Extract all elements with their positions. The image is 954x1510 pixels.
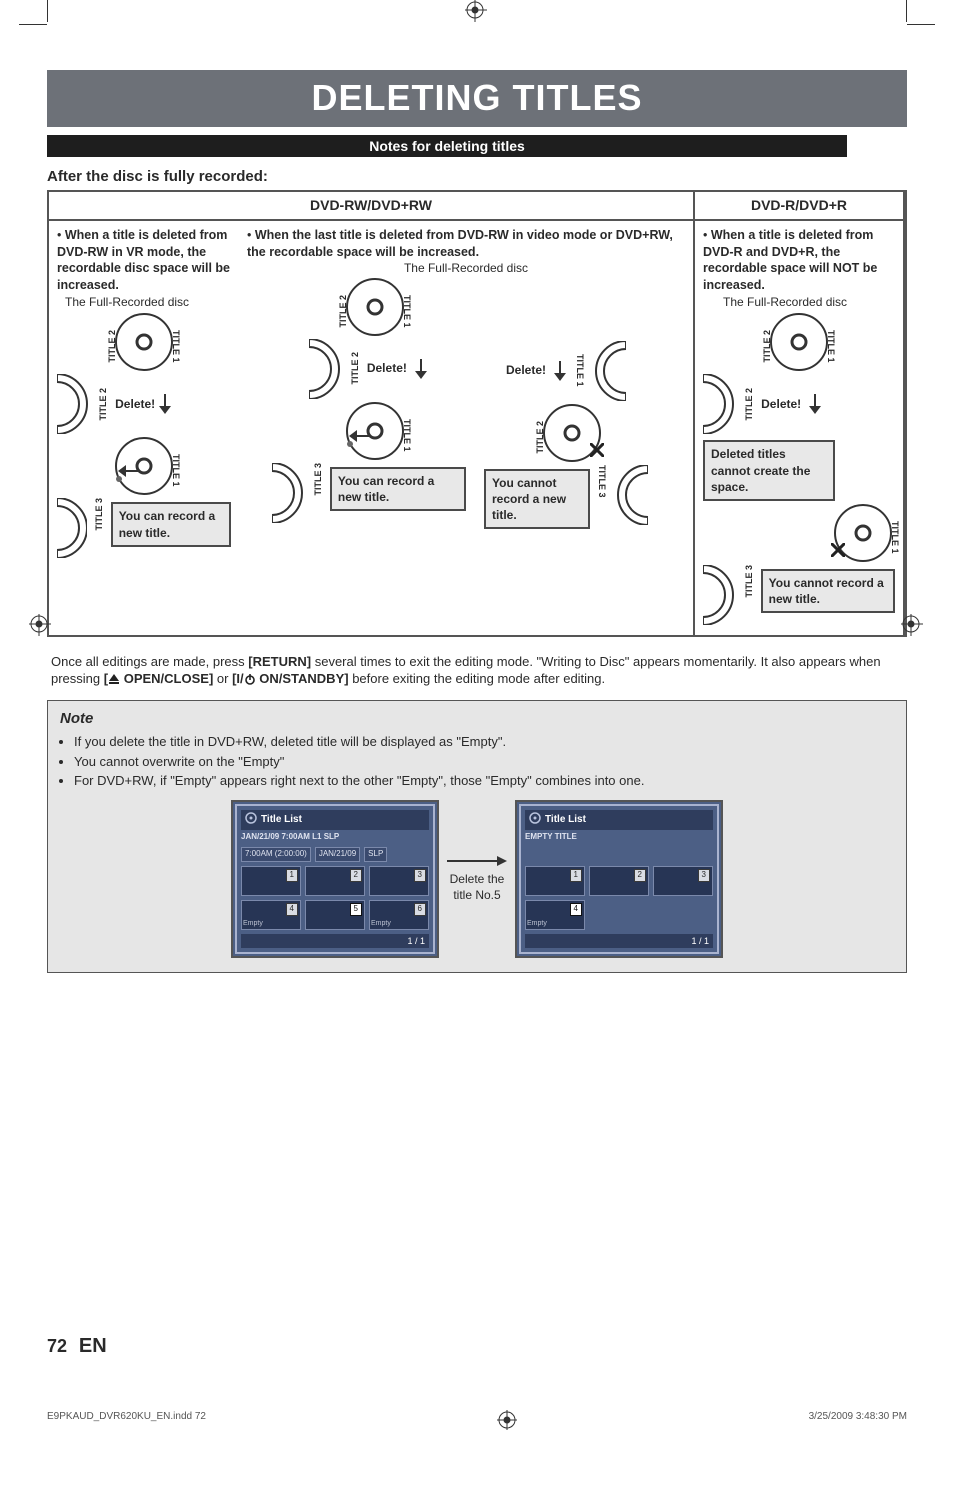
- osd-title-list: Title List: [545, 813, 586, 827]
- after-heading: After the disc is fully recorded:: [47, 167, 907, 187]
- power-icon: [244, 671, 256, 686]
- comparison-table: DVD-RW/DVD+RW DVD-R/DVD+R • When a title…: [47, 190, 907, 637]
- col1-fullrec: The Full-Recorded disc: [65, 294, 231, 310]
- disc-icon: [529, 812, 541, 829]
- cross-icon: [831, 543, 845, 557]
- deleted-titles-note: Deleted titles cannot create the space.: [703, 440, 835, 501]
- half-title3: TITLE 3: [93, 498, 105, 531]
- right-arrow-icon: [447, 855, 507, 867]
- osd-page-indicator: 1 / 1: [525, 934, 713, 948]
- page-title: DELETING TITLES: [47, 70, 907, 127]
- note-item-1: If you delete the title in DVD+RW, delet…: [74, 733, 894, 751]
- registration-mark-right: [901, 614, 925, 638]
- you-cannot-record-c2: You cannot record a new title.: [484, 469, 590, 530]
- thumb-2: 2: [305, 866, 365, 896]
- table-head-rw: DVD-RW/DVD+RW: [49, 192, 695, 219]
- thumb-4: 4Empty: [525, 900, 585, 930]
- col3-fullrec: The Full-Recorded disc: [723, 294, 895, 310]
- osd-title-list: Title List: [261, 813, 302, 827]
- thumb-3: 3: [653, 866, 713, 896]
- page-number: 72: [47, 1336, 67, 1356]
- osd-meta-b: JAN/21/09: [315, 847, 360, 862]
- between-shots: Delete the title No.5: [447, 855, 507, 903]
- delete-label-c2a: Delete!: [367, 360, 407, 376]
- half-title2: TITLE 2: [97, 388, 109, 421]
- editing-paragraph: Once all editings are made, press [RETUR…: [51, 653, 903, 688]
- thumb-2: 2: [589, 866, 649, 896]
- delete-label-c3: Delete!: [761, 396, 801, 412]
- col1-bullet: When a title is deleted from DVD-RW in V…: [57, 228, 230, 293]
- eject-triangle-icon: [108, 671, 120, 686]
- table-cell-col1: • When a title is deleted from DVD-RW in…: [49, 219, 239, 635]
- osd-meta-c: SLP: [364, 847, 387, 862]
- osd-empty-title-line: EMPTY TITLE: [525, 830, 713, 845]
- table-cell-col2: • When the last title is deleted from DV…: [239, 219, 695, 635]
- disc-title1-after: TITLE 1: [170, 454, 182, 487]
- thumb-5: 5: [305, 900, 365, 930]
- thumb-1: 1: [241, 866, 301, 896]
- you-cannot-record-c3: You cannot record a new title.: [761, 569, 895, 613]
- registration-mark-bottom: [206, 1410, 809, 1430]
- note-box: Note If you delete the title in DVD+RW, …: [47, 700, 907, 973]
- you-can-record-c1: You can record a new title.: [111, 502, 231, 546]
- page-lang: EN: [79, 1335, 107, 1357]
- thumb-3: 3: [369, 866, 429, 896]
- delete-label-c2b: Delete!: [506, 362, 546, 378]
- page-footer: 72 EN: [47, 1333, 907, 1360]
- cross-icon: [590, 443, 604, 457]
- osd-after: Title List EMPTY TITLE 1 2 3 4Empty 1: [515, 800, 723, 958]
- delete-label-c1: Delete!: [115, 396, 155, 412]
- osd-page-indicator: 1 / 1: [241, 934, 429, 948]
- osd-meta-line: JAN/21/09 7:00AM L1 SLP: [241, 830, 429, 845]
- col2-bullet: When the last title is deleted from DVD-…: [247, 228, 673, 259]
- osd-before: Title List JAN/21/09 7:00AM L1 SLP 7:00A…: [231, 800, 439, 958]
- section-subheading: Notes for deleting titles: [47, 135, 847, 158]
- disc-icon: [245, 812, 257, 829]
- thumb-6: 6Empty: [369, 900, 429, 930]
- note-item-3: For DVD+RW, if "Empty" appears right nex…: [74, 772, 894, 790]
- osd-meta-a: 7:00AM (2:00:00): [241, 847, 311, 862]
- col2-fullrec: The Full-Recorded disc: [247, 260, 685, 276]
- you-can-record-c2: You can record a new title.: [330, 467, 466, 511]
- print-timestamp: 3/25/2009 3:48:30 PM: [809, 1410, 907, 1430]
- thumb-1: 1: [525, 866, 585, 896]
- disc-label-title2: TITLE 2: [106, 330, 118, 363]
- note-item-2: You cannot overwrite on the "Empty": [74, 753, 894, 771]
- note-title: Note: [60, 709, 894, 729]
- disc-label-title1: TITLE 1: [170, 330, 182, 363]
- table-head-r: DVD-R/DVD+R: [695, 192, 905, 219]
- print-file: E9PKAUD_DVR620KU_EN.indd 72: [47, 1410, 206, 1430]
- col3-bullet: When a title is deleted from DVD-R and D…: [703, 228, 877, 293]
- registration-mark-left: [29, 614, 53, 638]
- table-cell-col3: • When a title is deleted from DVD-R and…: [695, 219, 905, 635]
- registration-mark-top: [0, 0, 954, 24]
- thumb-4: 4Empty: [241, 900, 301, 930]
